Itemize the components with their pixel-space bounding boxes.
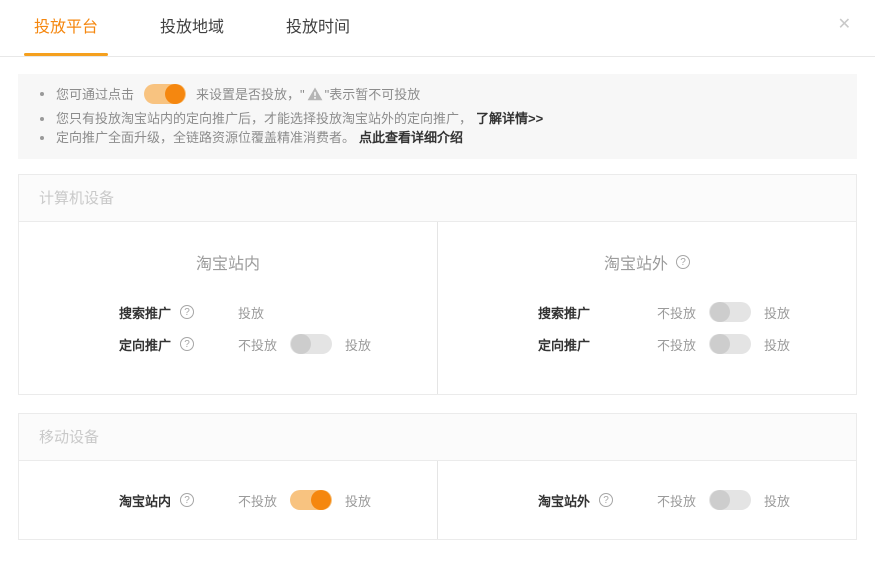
status-off-label: 不投放	[238, 335, 277, 354]
bullet-dot	[40, 136, 44, 140]
status-on-label: 投放	[345, 335, 371, 354]
notice-text: 您可通过点击	[56, 85, 134, 104]
detail-intro-link[interactable]: 点此查看详细介绍	[359, 128, 463, 147]
notice-text: 来设置是否投放，"	[196, 85, 305, 104]
row-label: 搜索推广	[119, 303, 171, 322]
row-label: 淘宝站内	[119, 491, 171, 510]
row-label: 淘宝站外	[538, 491, 590, 510]
column-taobao-onsite-mobile: 淘宝站内 ? 不投放 投放	[19, 461, 437, 539]
notice-line-1: 您可通过点击 来设置是否投放，" "表示暂不可投放	[18, 84, 857, 104]
column-title-text: 淘宝站外	[604, 250, 668, 274]
toggle-example-icon	[144, 84, 186, 104]
status-off-label: 不投放	[657, 303, 696, 322]
delivery-toggle[interactable]	[709, 490, 751, 510]
delivery-toggle[interactable]	[709, 302, 751, 322]
section-mobile-devices: 移动设备 淘宝站内 ? 不投放 投放 淘宝站外 ? 不投放 投放	[18, 413, 857, 540]
delivery-toggle[interactable]	[709, 334, 751, 354]
column-taobao-offsite-mobile: 淘宝站外 ? 不投放 投放	[437, 461, 856, 539]
row-taobao-onsite: 淘宝站内 ? 不投放 投放	[19, 484, 437, 516]
notice-line-2: 您只有投放淘宝站内的定向推广后，才能选择投放淘宝站外的定向推广， 了解详情>>	[18, 109, 857, 128]
row-taobao-offsite: 淘宝站外 ? 不投放 投放	[438, 484, 856, 516]
column-taobao-offsite: 淘宝站外 ? 搜索推广 不投放 投放 定向推广 不投放 投放	[437, 222, 856, 394]
row-search-promotion: 搜索推广 不投放 投放	[438, 296, 856, 328]
notice-text: 您只有投放淘宝站内的定向推广后，才能选择投放淘宝站外的定向推广，	[56, 109, 472, 128]
row-targeted-promotion: 定向推广 不投放 投放	[438, 328, 856, 360]
notice-text: 定向推广全面升级，全链路资源位覆盖精准消费者。	[56, 128, 355, 147]
help-icon[interactable]: ?	[180, 493, 194, 507]
status-on-label: 投放	[764, 303, 790, 322]
notice-line-3: 定向推广全面升级，全链路资源位覆盖精准消费者。 点此查看详细介绍	[18, 128, 857, 147]
tab-delivery-time[interactable]: 投放时间	[276, 0, 360, 56]
column-title: 淘宝站外 ?	[438, 250, 856, 274]
section-computer-devices: 计算机设备 淘宝站内 搜索推广 ? 投放 定向推广 ? 不投放 投放	[18, 174, 857, 395]
delivery-toggle[interactable]	[290, 334, 332, 354]
row-label: 搜索推广	[538, 303, 590, 322]
status-on-label: 投放	[345, 491, 371, 510]
help-icon[interactable]: ?	[676, 255, 690, 269]
status-text: 投放	[238, 303, 264, 322]
bullet-dot	[40, 92, 44, 96]
notice-box: 您可通过点击 来设置是否投放，" "表示暂不可投放 您只有投放淘宝站内的定向推广…	[18, 74, 857, 159]
close-icon[interactable]: ✕	[838, 14, 851, 34]
dialog-tab-bar: 投放平台 投放地域 投放时间 ✕	[0, 0, 875, 57]
learn-more-link[interactable]: 了解详情>>	[476, 109, 543, 128]
status-on-label: 投放	[764, 491, 790, 510]
status-off-label: 不投放	[657, 491, 696, 510]
row-label: 定向推广	[119, 335, 171, 354]
column-title-text: 淘宝站内	[196, 250, 260, 274]
help-icon[interactable]: ?	[180, 305, 194, 319]
tab-delivery-platform[interactable]: 投放平台	[24, 0, 108, 56]
column-taobao-onsite: 淘宝站内 搜索推广 ? 投放 定向推广 ? 不投放 投放	[19, 222, 437, 394]
notice-text: "表示暂不可投放	[325, 85, 421, 104]
row-search-promotion: 搜索推广 ? 投放	[19, 296, 437, 328]
status-off-label: 不投放	[238, 491, 277, 510]
column-title: 淘宝站内	[19, 250, 437, 274]
delivery-toggle[interactable]	[290, 490, 332, 510]
row-label: 定向推广	[538, 335, 590, 354]
help-icon[interactable]: ?	[180, 337, 194, 351]
section-title: 计算机设备	[19, 175, 856, 222]
help-icon[interactable]: ?	[599, 493, 613, 507]
status-on-label: 投放	[764, 335, 790, 354]
warning-icon	[307, 87, 323, 101]
row-targeted-promotion: 定向推广 ? 不投放 投放	[19, 328, 437, 360]
section-title: 移动设备	[19, 414, 856, 461]
status-off-label: 不投放	[657, 335, 696, 354]
bullet-dot	[40, 117, 44, 121]
tab-delivery-region[interactable]: 投放地域	[150, 0, 234, 56]
